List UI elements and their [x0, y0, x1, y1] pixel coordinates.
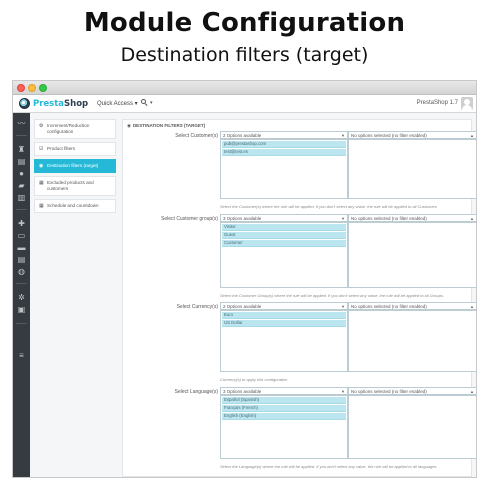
currencies-available-header[interactable]: 2 Options available ▼ [220, 302, 348, 310]
list-item[interactable]: Visitor [222, 224, 346, 231]
trend-icon[interactable]: 〰 [17, 119, 26, 128]
chevron-up-icon: ▲ [470, 216, 474, 221]
currencies-label: Select Currency(s) [176, 304, 218, 310]
calendar-icon: ▦ [39, 180, 44, 186]
tab-label: Product filters [47, 146, 76, 151]
groups-label: Select Customer group(s) [161, 216, 218, 222]
list-item[interactable]: Español (Spanish) [222, 397, 346, 404]
prestashop-logo[interactable]: PrestaShop [19, 98, 88, 109]
international-icon[interactable]: ◍ [17, 267, 26, 276]
chevron-down-icon: ▼ [341, 216, 345, 221]
panel-title: DESTINATION FILTERS (TARGET) [132, 123, 206, 128]
employee-avatar[interactable] [461, 97, 473, 110]
module-tabs: ⚙ Increment/Reduction configuration ☑ Pr… [30, 113, 120, 477]
panel-heading: ◉ DESTINATION FILTERS (TARGET) [127, 123, 205, 129]
tab-label: Excluded products and customers [47, 180, 94, 191]
admin-topbar: PrestaShop Quick Access ▾ ▾ PrestaShop 1… [13, 95, 476, 113]
tab-destination-filters[interactable]: ◉ Destination filters (target) [34, 159, 116, 173]
groups-available-list[interactable]: Visitor Guest Customer [220, 222, 348, 288]
languages-help: Select the Language(s) where the rule wi… [220, 464, 437, 469]
chevron-up-icon: ▲ [470, 133, 474, 138]
main-sidebar: 〰 ♜ ▤ ● ▰ ▥ ✚ ▭ ▬ ▤ ◍ ✲ ▣ ≡ [13, 113, 30, 477]
chevron-down-icon: ▼ [341, 304, 345, 309]
menu-toggle-icon[interactable]: ≡ [17, 351, 26, 360]
hero-subtitle: Destination filters (target) [120, 44, 369, 66]
customer-icon[interactable]: ● [17, 169, 26, 178]
tab-label: Increment/Reduction configuration [47, 123, 90, 134]
list-item[interactable]: pub@prestashop.com [222, 141, 346, 148]
brand-presta: Presta [33, 98, 65, 109]
advanced-icon[interactable]: ▣ [17, 305, 26, 314]
chevron-up-icon: ▲ [470, 304, 474, 309]
quick-access-menu[interactable]: Quick Access ▾ [97, 100, 138, 107]
customers-available-list[interactable]: pub@prestashop.com test@test.es [220, 139, 348, 199]
chevron-down-icon: ▼ [341, 133, 345, 138]
chevron-up-icon: ▲ [470, 389, 474, 394]
settings-icon[interactable]: ✲ [17, 293, 26, 302]
groups-help: Select the Customer Group(s) where the r… [220, 293, 444, 298]
tab-excluded-products[interactable]: ▦ Excluded products and customers [34, 176, 116, 196]
target-icon: ◉ [127, 123, 131, 128]
list-item[interactable]: Customer [222, 240, 346, 247]
groups-selected-list[interactable] [348, 222, 476, 288]
list-item[interactable]: English (English) [222, 413, 346, 420]
window-titlebar [13, 81, 476, 95]
brand-shop: Shop [64, 98, 89, 109]
languages-label: Select Language(s) [174, 389, 218, 395]
groups-available-header[interactable]: 3 Options available ▼ [220, 214, 348, 222]
cart-icon[interactable]: ♜ [17, 145, 26, 154]
customers-help: Select the Customer(s) where the rule wi… [220, 204, 437, 209]
message-icon[interactable]: ▰ [17, 181, 26, 190]
destination-filters-panel: ◉ DESTINATION FILTERS (TARGET) Select Cus… [122, 119, 476, 477]
languages-selected-header[interactable]: No options selected (no filter enabled) ▲ [348, 387, 476, 395]
shipping-icon[interactable]: ▬ [17, 243, 26, 252]
gear-icon: ⚙ [39, 123, 44, 129]
maximize-window-button[interactable] [39, 84, 47, 92]
customers-selected-header[interactable]: No options selected (no filter enabled) ▲ [348, 131, 476, 139]
currencies-selected-list[interactable] [348, 310, 476, 372]
filter-icon: ☑ [39, 146, 44, 152]
languages-available-list[interactable]: Español (Spanish) Français (French) Engl… [220, 395, 348, 459]
customers-selected-list[interactable] [348, 139, 476, 199]
list-item[interactable]: test@test.es [222, 149, 346, 156]
customers-available-header[interactable]: 2 Options available ▼ [220, 131, 348, 139]
languages-selected-list[interactable] [348, 395, 476, 459]
tab-product-filters[interactable]: ☑ Product filters [34, 142, 116, 156]
currencies-help: Currency(s) to apply this configuration [220, 377, 288, 382]
tab-label: Schedule and countdown [47, 203, 99, 208]
store-icon[interactable]: ▤ [17, 157, 26, 166]
target-icon: ◉ [39, 163, 44, 169]
hero-title: Module Configuration [83, 8, 406, 38]
groups-selected-header[interactable]: No options selected (no filter enabled) ▲ [348, 214, 476, 222]
list-item[interactable]: Guest [222, 232, 346, 239]
tab-label: Destination filters (target) [47, 163, 99, 168]
currencies-selected-header[interactable]: No options selected (no filter enabled) ▲ [348, 302, 476, 310]
browser-window: PrestaShop Quick Access ▾ ▾ PrestaShop 1… [12, 80, 477, 478]
minimize-window-button[interactable] [28, 84, 36, 92]
calendar-icon: ▦ [39, 203, 44, 209]
customers-label: Select Customer(s) [175, 133, 218, 139]
puffin-logo-icon [19, 98, 30, 109]
list-item[interactable]: Euro [222, 312, 346, 319]
currencies-available-list[interactable]: Euro US Dollar [220, 310, 348, 372]
list-item[interactable]: US Dollar [222, 320, 346, 327]
stats-icon[interactable]: ▥ [17, 193, 26, 202]
list-item[interactable]: Français (French) [222, 405, 346, 412]
payment-icon[interactable]: ▤ [17, 255, 26, 264]
tab-increment-reduction[interactable]: ⚙ Increment/Reduction configuration [34, 119, 116, 139]
tab-schedule-countdown[interactable]: ▦ Schedule and countdown [34, 199, 116, 213]
design-icon[interactable]: ▭ [17, 231, 26, 240]
modules-icon[interactable]: ✚ [17, 219, 26, 228]
search-dropdown-caret[interactable]: ▾ [150, 100, 153, 106]
languages-available-header[interactable]: 3 Options available ▼ [220, 387, 348, 395]
chevron-down-icon: ▼ [341, 389, 345, 394]
close-window-button[interactable] [17, 84, 25, 92]
shop-version-label: PrestaShop 1.7 [416, 100, 458, 106]
